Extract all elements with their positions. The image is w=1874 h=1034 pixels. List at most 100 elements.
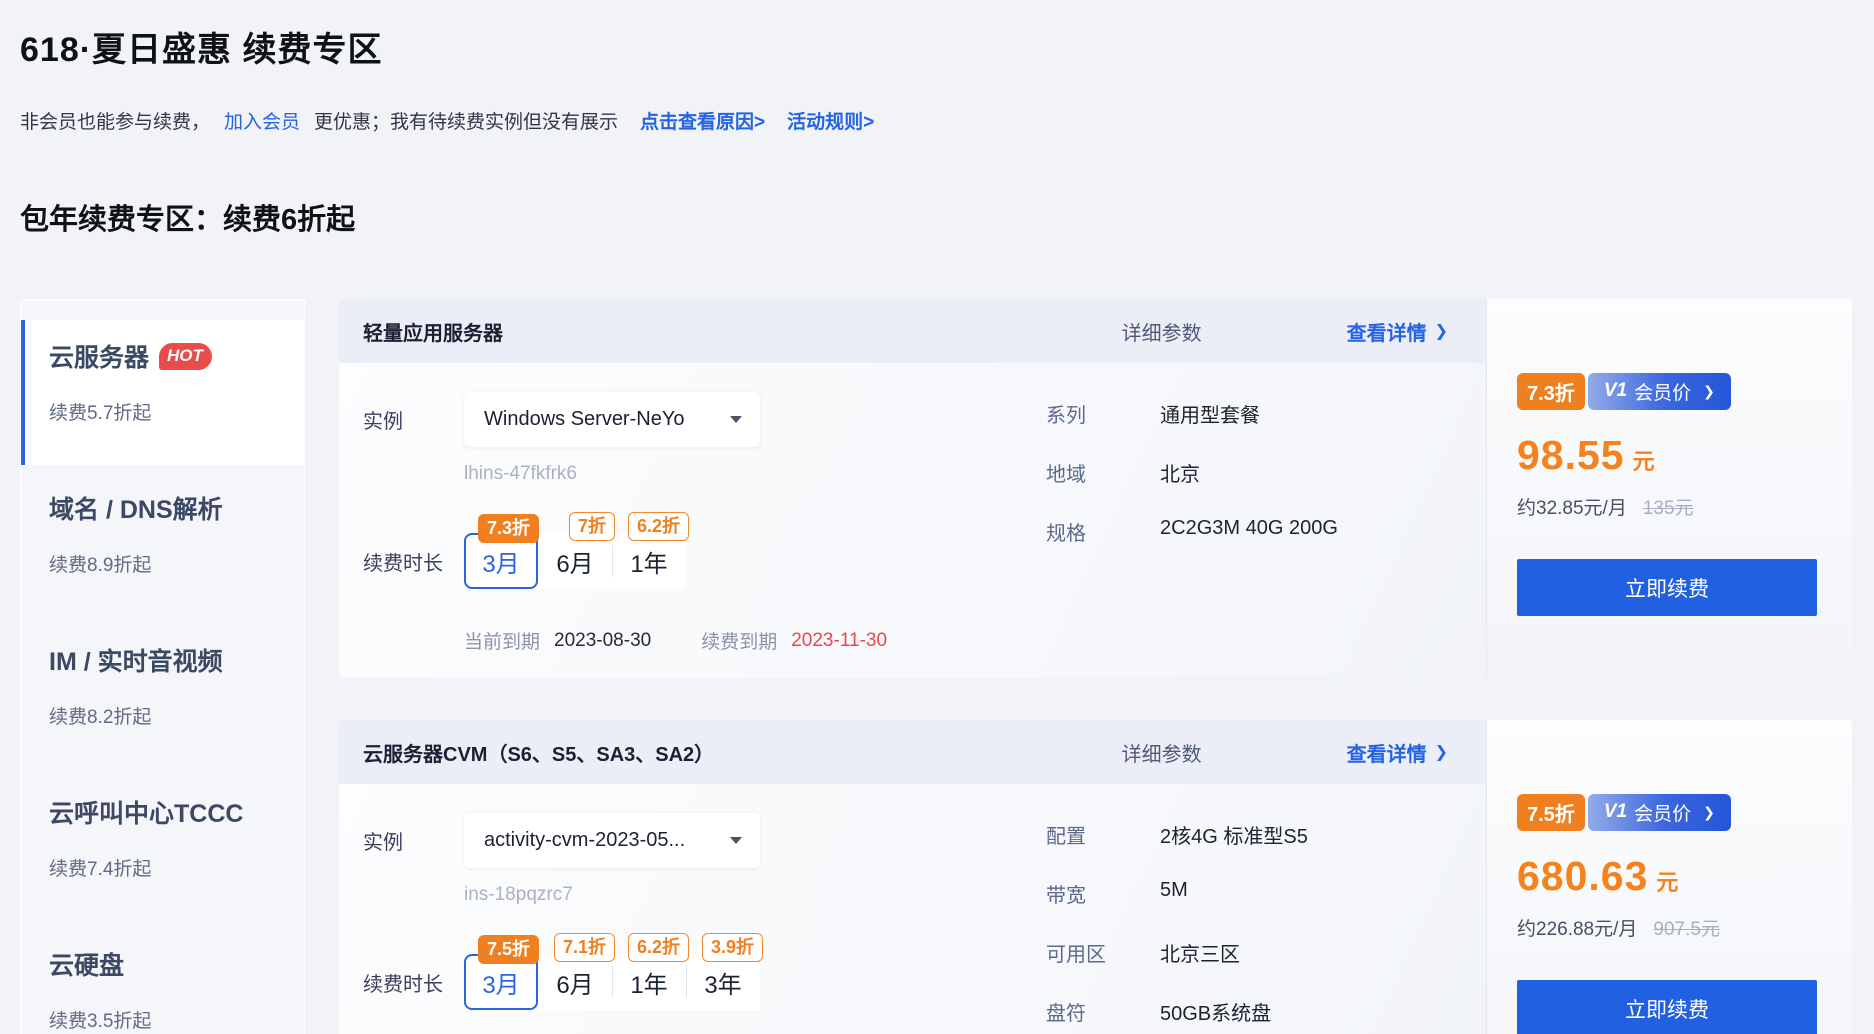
sidebar-item-title: 域名 / DNS解析 <box>49 490 223 526</box>
sidebar-item-im-trtc[interactable]: IM / 实时音视频 续费8.2折起 <box>21 624 304 769</box>
join-member-link[interactable]: 加入会员 <box>224 107 300 134</box>
duration-option-1y[interactable]: 6.2折 1年 <box>612 533 686 589</box>
original-price: 907.5元 <box>1653 914 1720 941</box>
subtitle-text-1: 非会员也能参与续费， <box>20 107 210 134</box>
duration-option-label: 6月 <box>556 965 593 1000</box>
spec-value: 北京 <box>1160 458 1200 487</box>
spec-label: 地域 <box>1046 458 1160 487</box>
view-detail-link[interactable]: 查看详情 <box>1347 317 1448 346</box>
sidebar-item-cloud-server[interactable]: 云服务器 HOT 续费5.7折起 <box>21 320 304 465</box>
monthly-price: 约32.85元/月 <box>1517 493 1627 520</box>
view-detail-link[interactable]: 查看详情 <box>1347 738 1448 767</box>
activity-rules-link[interactable]: 活动规则> <box>787 107 874 134</box>
discount-badge: 6.2折 <box>628 933 689 962</box>
sidebar-item-domain-dns[interactable]: 域名 / DNS解析 续费8.9折起 <box>21 472 304 617</box>
sidebar-item-title: 云服务器 <box>49 338 149 374</box>
view-detail-label: 查看详情 <box>1347 738 1427 767</box>
chevron-right-icon <box>1703 383 1715 400</box>
duration-option-label: 1年 <box>630 965 667 1000</box>
discount-badge: 3.9折 <box>702 933 763 962</box>
duration-option-label: 1年 <box>630 544 667 579</box>
sidebar-item-subtitle: 续费8.2折起 <box>49 702 294 729</box>
price-discount-badge: 7.5折 <box>1517 794 1585 831</box>
duration-option-1y[interactable]: 6.2折 1年 <box>612 954 686 1010</box>
duration-option-label: 3月 <box>482 544 519 579</box>
sidebar-item-subtitle: 续费8.9折起 <box>49 550 294 577</box>
product-card-cvm: 云服务器CVM（S6、S5、SA3、SA2） 详细参数 查看详情 实例 acti… <box>339 720 1852 1034</box>
duration-option-3y[interactable]: 3.9折 3年 <box>686 954 760 1010</box>
spec-label: 可用区 <box>1046 938 1160 967</box>
product-card-lighthouse: 轻量应用服务器 详细参数 查看详情 实例 Windows Server-NeYo <box>339 299 1852 678</box>
content-area: 云服务器 HOT 续费5.7折起 域名 / DNS解析 续费8.9折起 IM /… <box>20 299 1852 1034</box>
sidebar-item-subtitle: 续费7.4折起 <box>49 854 294 881</box>
renew-expire-label: 续费到期 <box>701 627 777 654</box>
discount-badge: 7.1折 <box>554 933 615 962</box>
expiry-dates: 当前到期 2023-08-30 续费到期 2023-11-30 <box>464 627 1486 654</box>
instance-name: Windows Server-NeYo <box>484 408 684 431</box>
duration-option-label: 3月 <box>482 965 519 1000</box>
price-unit: 元 <box>1656 865 1678 897</box>
spec-row: 盘符 50GB系统盘 <box>1046 997 1308 1026</box>
duration-options: 7.3折 3月 7折 6月 6.2折 1年 <box>464 533 686 589</box>
duration-option-3m[interactable]: 7.3折 3月 <box>464 533 538 589</box>
current-expire-label: 当前到期 <box>464 627 540 654</box>
spec-row: 系列 通用型套餐 <box>1046 399 1338 428</box>
sidebar-item-cloud-disk[interactable]: 云硬盘 续费3.5折起 <box>21 928 304 1034</box>
price-panel: 7.3折 V1 会员价 98.55 元 约32.85元/月 135元 <box>1486 299 1852 678</box>
price-amount: 680.63 <box>1517 853 1648 900</box>
member-v1-label: V1 <box>1604 801 1627 823</box>
card-list: 轻量应用服务器 详细参数 查看详情 实例 Windows Server-NeYo <box>339 299 1852 1034</box>
chevron-right-icon <box>1703 804 1715 821</box>
subtitle-text-2: 更优惠；我有待续费实例但没有展示 <box>314 107 618 134</box>
duration-option-6m[interactable]: 7折 6月 <box>538 533 612 589</box>
spec-value: 2核4G 标准型S5 <box>1160 820 1308 849</box>
sidebar-item-tccc[interactable]: 云呼叫中心TCCC 续费7.4折起 <box>21 776 304 921</box>
duration-option-label: 3年 <box>704 965 741 1000</box>
duration-label: 续费时长 <box>363 968 464 997</box>
sidebar-item-subtitle: 续费3.5折起 <box>49 1006 294 1033</box>
discount-badge: 6.2折 <box>628 512 689 541</box>
hot-badge: HOT <box>159 343 212 370</box>
original-price: 135元 <box>1643 493 1694 520</box>
instance-select[interactable]: activity-cvm-2023-05... <box>464 813 760 868</box>
view-reason-link[interactable]: 点击查看原因> <box>640 107 765 134</box>
member-price-label: 会员价 <box>1634 799 1691 826</box>
member-price-badge[interactable]: V1 会员价 <box>1588 373 1731 410</box>
spec-label: 带宽 <box>1046 879 1160 908</box>
chevron-right-icon <box>1435 321 1448 341</box>
duration-options: 7.5折 3月 7.1折 6月 6.2折 1年 <box>464 954 760 1010</box>
spec-label: 配置 <box>1046 820 1160 849</box>
spec-label: 规格 <box>1046 517 1160 546</box>
card-title: 云服务器CVM（S6、S5、SA3、SA2） <box>363 738 714 767</box>
params-label: 详细参数 <box>1122 738 1202 767</box>
card-header: 云服务器CVM（S6、S5、SA3、SA2） 详细参数 查看详情 <box>339 720 1486 784</box>
instance-id: ins-18pqzrc7 <box>464 884 1486 906</box>
current-expire-date: 2023-08-30 <box>554 630 651 652</box>
discount-badge: 7.5折 <box>478 935 539 964</box>
price-panel: 7.5折 V1 会员价 680.63 元 约226.88元/月 907.5元 <box>1486 720 1852 1034</box>
spec-value: 通用型套餐 <box>1160 399 1260 428</box>
member-price-badge[interactable]: V1 会员价 <box>1588 794 1731 831</box>
member-v1-label: V1 <box>1604 380 1627 402</box>
spec-value: 2C2G3M 40G 200G <box>1160 517 1338 546</box>
instance-name: activity-cvm-2023-05... <box>484 829 685 852</box>
caret-down-icon <box>730 416 742 423</box>
monthly-price: 约226.88元/月 <box>1517 914 1637 941</box>
renew-now-button[interactable]: 立即续费 <box>1517 559 1817 616</box>
price-unit: 元 <box>1633 444 1655 476</box>
sidebar-item-title: 云硬盘 <box>49 946 124 982</box>
duration-option-3m[interactable]: 7.5折 3月 <box>464 954 538 1010</box>
duration-option-6m[interactable]: 7.1折 6月 <box>538 954 612 1010</box>
spec-row: 配置 2核4G 标准型S5 <box>1046 820 1308 849</box>
renew-now-button[interactable]: 立即续费 <box>1517 980 1817 1034</box>
spec-list: 系列 通用型套餐 地域 北京 规格 2C2G3M 40G 200G <box>1046 399 1338 576</box>
page-title: 618·夏日盛惠 续费专区 <box>20 22 1852 71</box>
spec-row: 带宽 5M <box>1046 879 1308 908</box>
price-discount-badge: 7.3折 <box>1517 373 1585 410</box>
instance-select[interactable]: Windows Server-NeYo <box>464 392 760 447</box>
spec-value: 5M <box>1160 879 1188 908</box>
duration-option-label: 6月 <box>556 544 593 579</box>
spec-list: 配置 2核4G 标准型S5 带宽 5M 可用区 北京三区 <box>1046 820 1308 1034</box>
instance-label: 实例 <box>363 405 464 434</box>
view-detail-label: 查看详情 <box>1347 317 1427 346</box>
